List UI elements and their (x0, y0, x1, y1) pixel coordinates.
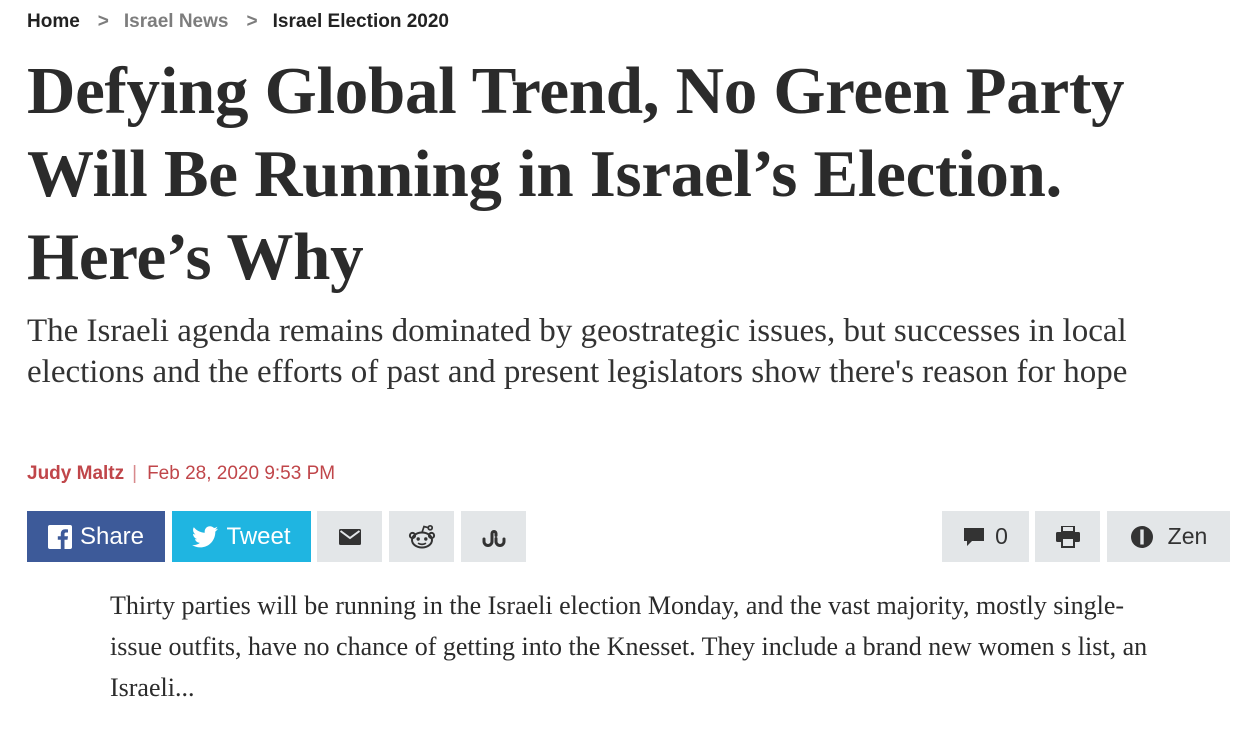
share-toolbar: Share Tweet 0 Zen (27, 511, 1230, 562)
facebook-share-label: Share (79, 522, 145, 550)
stumbleupon-icon (481, 527, 507, 547)
email-share-button[interactable] (317, 511, 382, 562)
stumbleupon-share-button[interactable] (461, 511, 526, 562)
byline-divider: | (132, 463, 138, 484)
breadcrumb-home-link[interactable]: Home (27, 11, 80, 33)
article-teaser-paragraph: Thirty parties will be running in the Is… (110, 591, 1148, 702)
facebook-share-button[interactable]: Share (27, 511, 165, 562)
print-button[interactable] (1035, 511, 1100, 562)
breadcrumb: Home > Israel News > Israel Election 202… (27, 11, 449, 33)
comment-bubble-icon (963, 527, 985, 547)
article-headline: Defying Global Trend, No Green Party Wil… (27, 54, 1125, 294)
comments-button[interactable]: 0 (942, 511, 1029, 562)
article-subheadline: The Israeli agenda remains dominated by … (27, 313, 1128, 390)
publish-date: Feb 28, 2020 9:53 PM (147, 463, 336, 484)
zen-mode-label: Zen (1167, 523, 1208, 549)
printer-icon (1055, 525, 1080, 548)
envelope-icon (338, 528, 361, 545)
breadcrumb-israel-news-link[interactable]: Israel News (124, 11, 229, 33)
twitter-tweet-label: Tweet (226, 522, 291, 550)
breadcrumb-separator: > (97, 11, 109, 32)
zen-mode-icon (1130, 525, 1154, 549)
twitter-tweet-button[interactable]: Tweet (172, 511, 311, 562)
facebook-icon (47, 524, 72, 549)
author-link[interactable]: Judy Maltz (27, 463, 124, 485)
breadcrumb-israel-election-link[interactable]: Israel Election 2020 (273, 11, 449, 33)
twitter-icon (192, 525, 219, 548)
comments-count: 0 (995, 523, 1008, 549)
reddit-share-button[interactable] (389, 511, 454, 562)
zen-mode-button[interactable]: Zen (1107, 511, 1230, 562)
byline: Judy Maltz | Feb 28, 2020 9:53 PM (27, 463, 335, 485)
reddit-icon (408, 524, 436, 550)
breadcrumb-separator: > (246, 11, 258, 32)
